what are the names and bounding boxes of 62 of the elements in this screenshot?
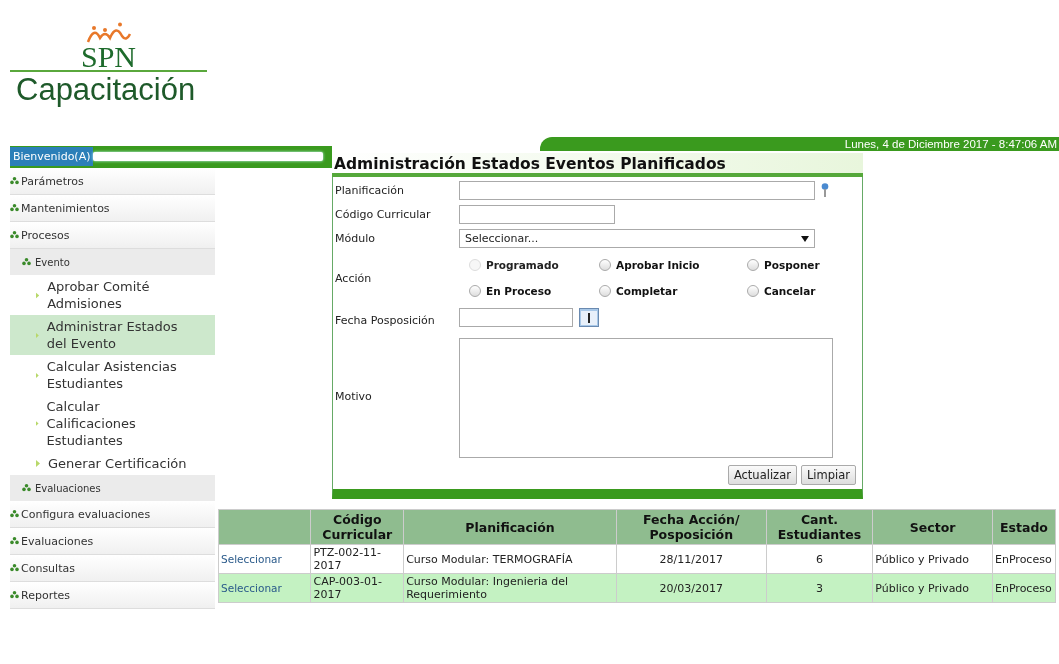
clover-icon	[10, 204, 19, 212]
table-cell: PTZ-002-11-2017	[311, 544, 404, 574]
triangle-icon	[36, 420, 39, 427]
radio-option[interactable]: En Proceso	[469, 285, 599, 297]
calendar-icon[interactable]	[579, 308, 599, 327]
clover-icon	[10, 231, 19, 239]
clover-icon	[10, 564, 19, 572]
people-logo-icon	[85, 22, 132, 44]
logo-name: Capacitación	[15, 72, 196, 108]
table-cell: 3	[766, 573, 873, 603]
table-cell: EnProceso	[992, 544, 1056, 574]
table-cell: Público y Privado	[872, 544, 993, 574]
key-icon[interactable]	[821, 183, 829, 198]
caret-icon	[801, 235, 809, 242]
menu-link[interactable]: Administrar Estados del Evento	[10, 315, 215, 355]
column-header: Planificación	[403, 509, 617, 545]
clover-icon	[10, 591, 19, 599]
field-label: Planificación	[335, 184, 405, 197]
input-field[interactable]	[459, 181, 815, 200]
submenu-item[interactable]: Evento	[10, 249, 215, 275]
triangle-icon	[36, 460, 40, 467]
table-cell: EnProceso	[992, 573, 1056, 603]
column-header: Estado	[992, 509, 1056, 545]
field-label: Código Curricular	[335, 208, 432, 221]
table-cell: 20/03/2017	[616, 573, 767, 603]
table-cell: CAP-003-01-2017	[311, 573, 404, 603]
date-field[interactable]	[459, 308, 573, 327]
submenu-item[interactable]: Evaluaciones	[10, 475, 215, 501]
text-area[interactable]	[459, 338, 833, 458]
column-header: Fecha Acción/ Posposición	[616, 509, 767, 545]
clover-icon	[22, 258, 31, 266]
clover-icon	[10, 537, 19, 545]
table-cell: 6	[766, 544, 873, 574]
table-cell: Público y Privado	[872, 573, 993, 603]
column-header: Sector	[872, 509, 993, 545]
welcome-text: Bienvenido(A)	[10, 147, 94, 166]
dropdown[interactable]: Seleccionar...	[459, 229, 815, 248]
logo-mark: SPN	[80, 44, 136, 70]
date-text: Lunes, 4 de Diciembre 2017 - 8:47:06 AM	[844, 137, 1057, 151]
triangle-icon	[36, 291, 40, 299]
input-field[interactable]	[459, 205, 615, 224]
triangle-icon	[36, 331, 39, 339]
form-button[interactable]: Limpiar	[800, 465, 856, 485]
clover-icon	[22, 484, 31, 492]
table-cell: 28/11/2017	[616, 544, 767, 574]
form-button[interactable]: Actualizar	[727, 465, 797, 485]
radio-option[interactable]: Cancelar	[747, 285, 837, 297]
triangle-icon	[36, 371, 39, 379]
field-label: Módulo	[335, 232, 376, 245]
table-cell: Curso Modular: Ingenieria del Requerimiento	[403, 573, 617, 603]
column-header: Código Curricular	[311, 509, 404, 545]
radio-option[interactable]: Posponer	[747, 259, 837, 271]
clover-icon	[10, 177, 19, 185]
radio-option[interactable]: Completar	[599, 285, 747, 297]
field-label: Fecha Posposición	[335, 314, 436, 327]
clover-icon	[10, 510, 19, 518]
field-label: Motivo	[335, 389, 373, 403]
column-header: Cant. Estudiantes	[766, 509, 873, 545]
radio-option[interactable]: Aprobar Inicio	[599, 259, 747, 271]
field-label: Acción	[335, 271, 373, 285]
table-cell: Curso Modular: TERMOGRAFÍA	[403, 544, 617, 574]
form-title: Administración Estados Eventos Planificados	[332, 153, 863, 177]
